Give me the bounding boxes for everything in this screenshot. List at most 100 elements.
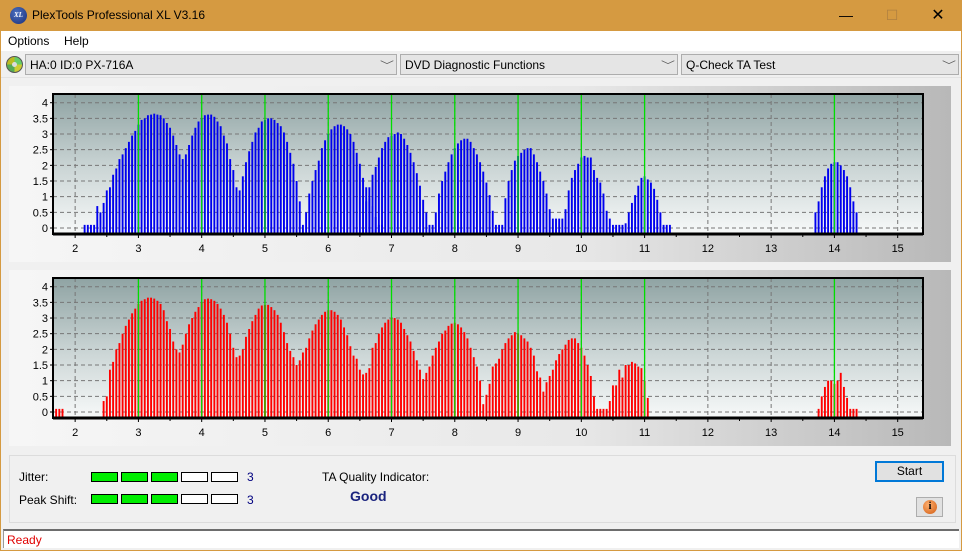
bar <box>143 299 146 418</box>
maximize-button[interactable]: ☐ <box>869 0 915 31</box>
x-tick-label: 14 <box>828 427 840 439</box>
bar <box>118 159 121 234</box>
y-tick-label: 0.5 <box>33 391 48 403</box>
bar <box>842 170 845 234</box>
bar <box>846 176 849 234</box>
minimize-button[interactable]: — <box>823 0 869 31</box>
bar <box>314 324 317 418</box>
bar <box>273 119 276 234</box>
bar <box>479 380 482 418</box>
bar <box>324 140 327 234</box>
y-tick-label: 2.5 <box>33 145 48 157</box>
bar <box>409 341 412 418</box>
bar <box>146 297 149 418</box>
bar <box>191 318 194 418</box>
bar <box>545 382 548 418</box>
bar <box>282 132 285 234</box>
bar <box>589 375 592 418</box>
bar <box>839 165 842 234</box>
function-select[interactable]: DVD Diagnostic Functions ﹀ <box>400 54 678 75</box>
bar <box>162 310 165 418</box>
jitter-label: Jitter: <box>19 470 49 484</box>
bar <box>235 187 238 234</box>
bar <box>659 212 662 234</box>
peak-shift-chart-panel: 0 0.5 1 1.5 2 2.5 3 3.5 4 2 3 4 5 6 7 8 9 10 11 12 13 14 15 <box>9 270 951 446</box>
bar <box>494 363 497 418</box>
peak-shift-value: 3 <box>247 493 254 507</box>
bar <box>529 347 532 418</box>
bar <box>248 328 251 418</box>
bar <box>298 201 301 234</box>
menu-help[interactable]: Help <box>64 34 89 48</box>
bar <box>339 319 342 418</box>
x-tick-label: 3 <box>135 243 141 255</box>
bar <box>545 193 548 234</box>
bar <box>422 379 425 418</box>
start-button[interactable]: Start <box>875 461 944 482</box>
bar <box>608 401 611 418</box>
bar <box>333 311 336 418</box>
bar <box>355 358 358 418</box>
function-select-value: DVD Diagnostic Functions <box>405 58 546 72</box>
bar <box>586 157 589 234</box>
ta-quality-value: Good <box>350 488 387 504</box>
bar <box>384 141 387 234</box>
bar <box>403 328 406 418</box>
bar <box>425 372 428 418</box>
peak-shift-meter-segment <box>211 494 238 504</box>
bar <box>510 335 513 418</box>
bar <box>241 349 244 418</box>
y-tick-label: 2 <box>42 344 48 356</box>
bar <box>346 335 349 418</box>
bar <box>450 154 453 234</box>
bar <box>412 350 415 418</box>
info-button[interactable]: i <box>916 497 943 517</box>
bar <box>469 347 472 418</box>
bar <box>823 176 826 234</box>
x-tick-label: 7 <box>388 243 394 255</box>
bar <box>358 163 361 234</box>
bar <box>441 333 444 418</box>
jitter-chart: 0 0.5 1 1.5 2 2.5 3 3.5 4 2 3 4 5 6 7 8 9 10 11 12 13 14 15 <box>33 93 924 255</box>
bar <box>213 300 216 418</box>
bar <box>245 336 247 418</box>
bar <box>339 124 342 234</box>
bar <box>415 173 418 234</box>
bar <box>513 332 516 418</box>
ta-quality-label: TA Quality Indicator: <box>322 470 430 484</box>
close-button[interactable]: ✕ <box>915 0 961 31</box>
bar <box>646 397 649 418</box>
bar <box>127 141 130 234</box>
test-select[interactable]: Q-Check TA Test ﹀ <box>681 54 959 75</box>
bar <box>593 396 595 418</box>
bar <box>526 148 529 234</box>
bar <box>513 160 516 234</box>
bar <box>311 330 314 418</box>
bar <box>542 181 545 234</box>
bar <box>548 375 551 418</box>
drive-select[interactable]: HA:0 ID:0 PX-716A ﹀ <box>25 54 397 75</box>
disc-drive-icon <box>6 56 23 73</box>
x-tick-label: 14 <box>828 243 840 255</box>
bar <box>210 114 213 234</box>
bar <box>823 386 826 418</box>
bar <box>583 355 586 418</box>
bar <box>248 151 251 234</box>
bar <box>286 141 289 234</box>
bar <box>460 327 463 418</box>
jitter-meter-segment <box>121 472 148 482</box>
menu-options[interactable]: Options <box>8 34 49 48</box>
bar <box>422 199 425 234</box>
bar <box>131 135 134 234</box>
y-tick-label: 0.5 <box>33 207 48 219</box>
bar <box>156 300 159 418</box>
bar <box>184 333 187 418</box>
bar <box>542 391 545 418</box>
bar <box>229 159 232 234</box>
bar <box>615 385 618 418</box>
bar <box>134 130 137 234</box>
bar <box>301 352 304 418</box>
bar <box>846 397 849 418</box>
x-tick-label: 10 <box>575 427 587 439</box>
x-tick-label: 3 <box>135 427 141 439</box>
